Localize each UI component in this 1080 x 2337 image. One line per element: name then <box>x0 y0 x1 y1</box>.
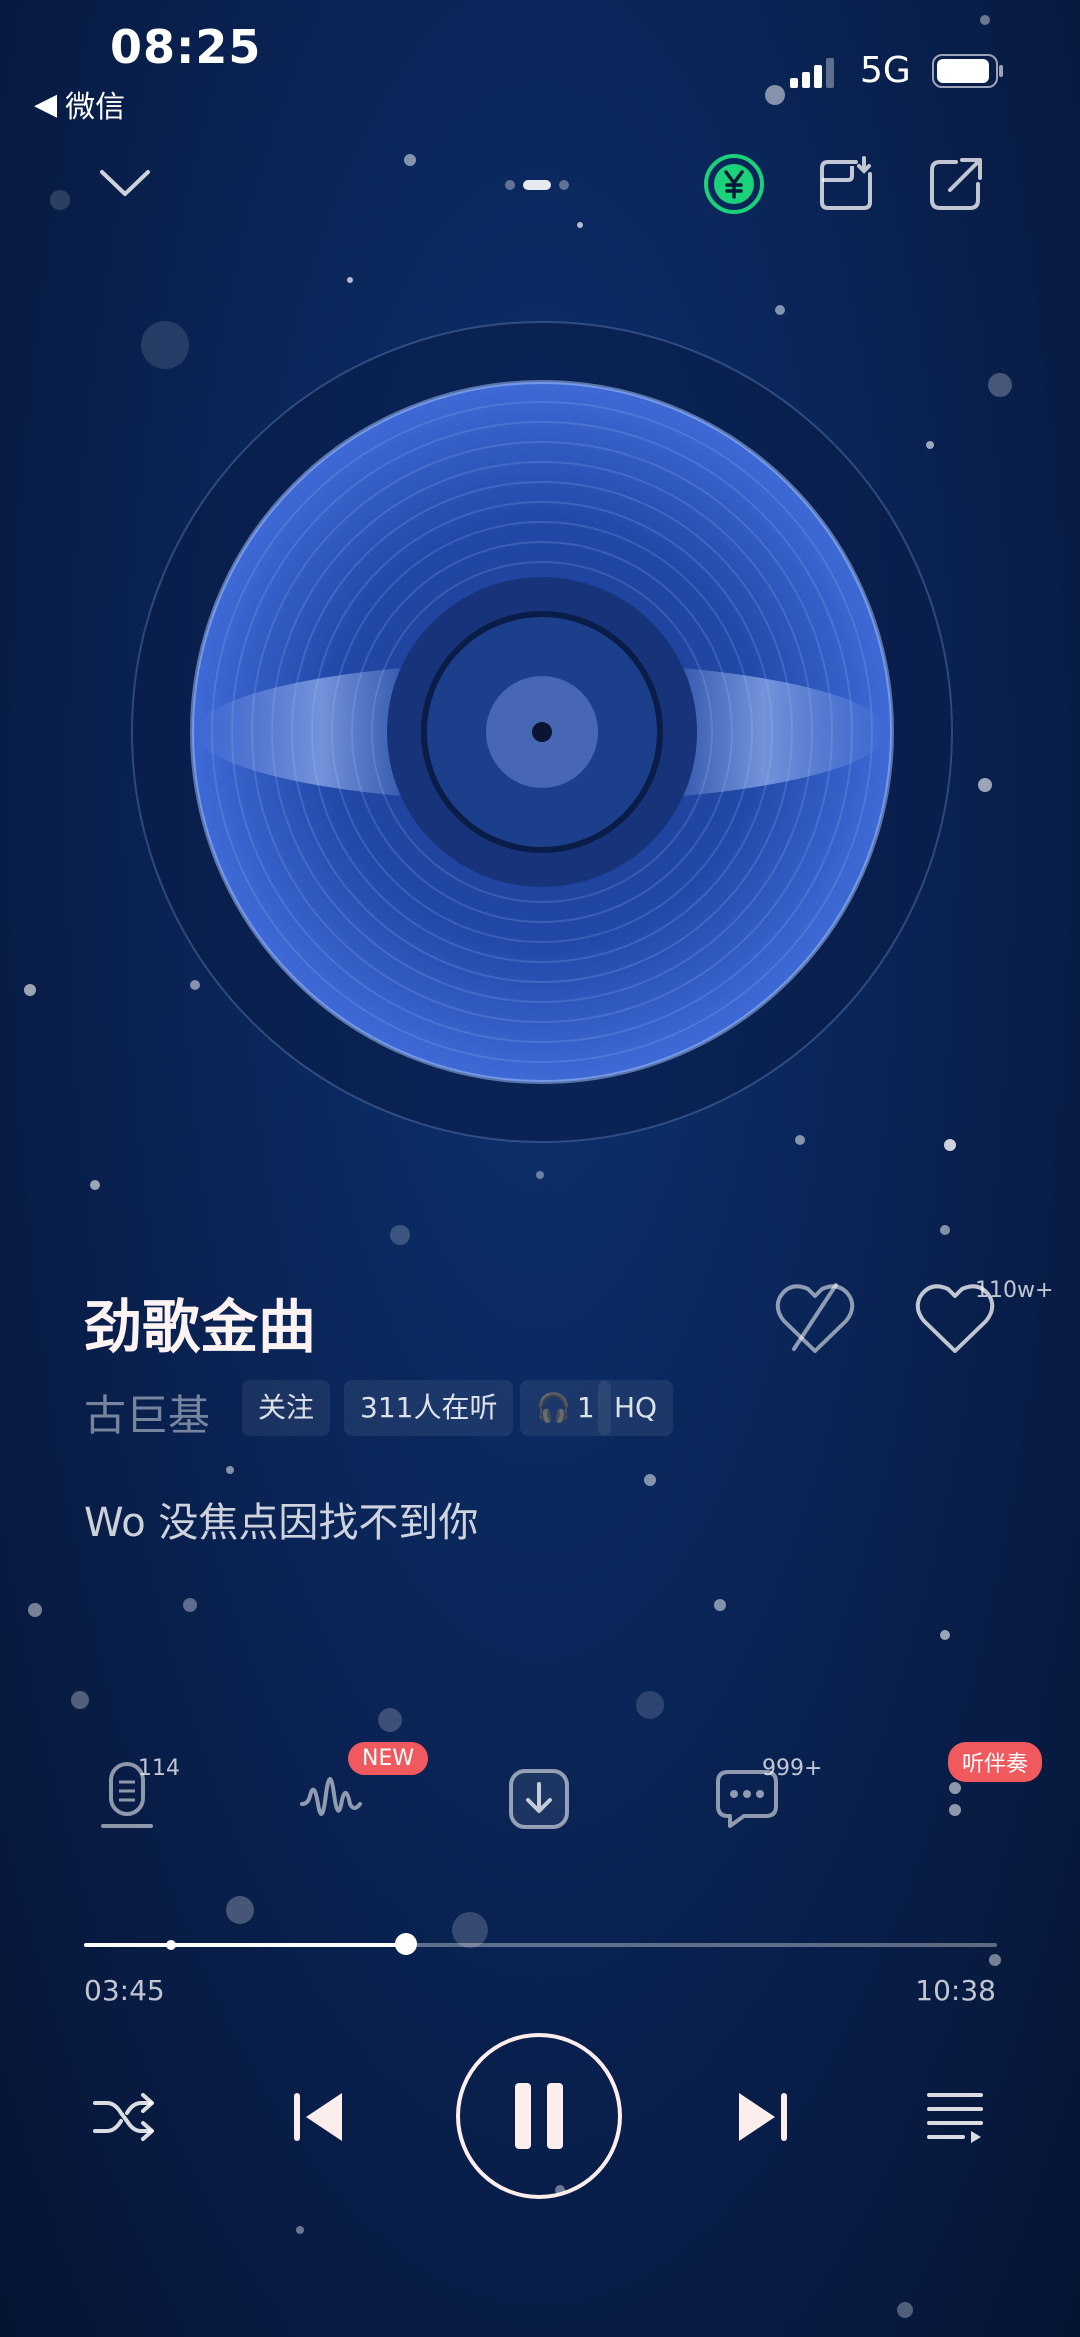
sound-wave-icon <box>300 1777 362 1816</box>
cover-download-icon <box>820 156 872 210</box>
previous-icon <box>294 2093 342 2141</box>
page-dot <box>559 180 569 190</box>
progress-marker <box>165 1940 176 1950</box>
yen-coin-icon <box>704 154 764 214</box>
artist-name[interactable]: 古巨基 <box>84 1382 210 1443</box>
collapse-button[interactable] <box>92 158 158 208</box>
page-indicator <box>505 180 569 190</box>
dislike-button[interactable] <box>772 1275 858 1361</box>
share-icon <box>930 158 982 210</box>
cover-download-button[interactable] <box>812 150 880 218</box>
playlist-button[interactable] <box>922 2084 988 2150</box>
comment-count: 999+ <box>762 1756 823 1781</box>
pause-icon <box>515 2083 563 2149</box>
next-button[interactable] <box>730 2084 796 2150</box>
progress-fill <box>84 1943 407 1947</box>
cellular-signal-icon <box>790 58 834 88</box>
vinyl-record-artwork[interactable] <box>130 320 955 1145</box>
share-button[interactable] <box>922 150 990 218</box>
pause-button[interactable] <box>456 2033 622 2199</box>
chevron-down-icon <box>100 170 150 196</box>
vip-button[interactable] <box>700 150 768 218</box>
back-triangle-icon: ◀ <box>34 86 58 122</box>
follow-button[interactable]: 关注 <box>242 1380 331 1436</box>
current-lyric[interactable]: Wo 没焦点因找不到你 <box>84 1490 478 1548</box>
headphone-count: 1 <box>576 1391 595 1424</box>
mic-count: 114 <box>138 1756 180 1781</box>
battery-icon <box>932 54 1003 88</box>
listeners-chip[interactable]: 311人在听 <box>344 1380 514 1436</box>
download-button[interactable] <box>506 1766 572 1832</box>
more-dots-icon <box>949 1782 961 1816</box>
like-count: 110w+ <box>975 1278 1054 1303</box>
status-time: 08:25 <box>110 20 262 74</box>
shuffle-icon <box>93 2093 154 2141</box>
next-icon <box>739 2093 787 2141</box>
shuffle-button[interactable] <box>88 2084 160 2150</box>
quality-chip[interactable]: HQ <box>598 1380 674 1436</box>
download-icon <box>509 1769 569 1829</box>
total-time: 10:38 <box>915 1974 996 2007</box>
back-to-wechat-link[interactable]: ◀ 微信 <box>34 82 125 126</box>
progress-handle[interactable] <box>395 1933 418 1955</box>
headphone-icon: 🎧 <box>536 1391 571 1424</box>
new-badge: NEW <box>348 1742 429 1775</box>
page-dot-active <box>523 180 551 190</box>
back-app-label: 微信 <box>65 90 126 125</box>
page-dot <box>505 180 515 190</box>
song-title: 劲歌金曲 <box>84 1293 317 1361</box>
network-type: 5G <box>860 50 911 91</box>
accompaniment-badge: 听伴奏 <box>948 1742 1043 1782</box>
broken-heart-icon <box>775 1283 855 1353</box>
playlist-icon <box>927 2093 983 2143</box>
previous-button[interactable] <box>285 2084 351 2150</box>
current-time: 03:45 <box>84 1974 165 2007</box>
